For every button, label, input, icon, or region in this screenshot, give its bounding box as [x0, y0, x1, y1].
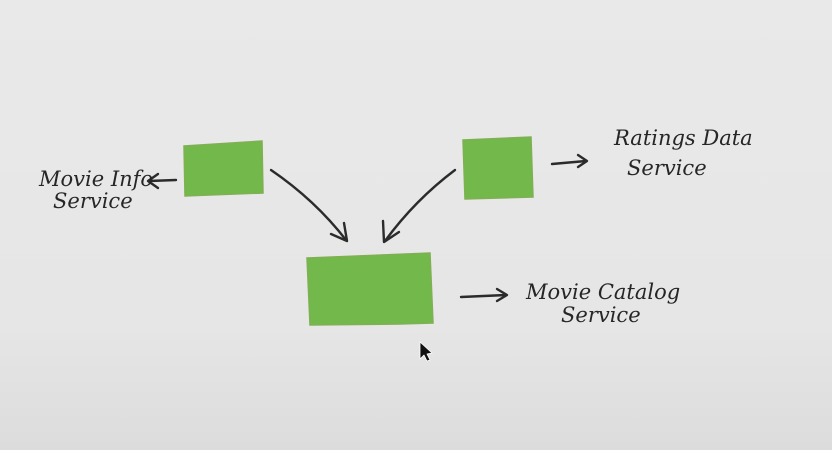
movie-info-label-line1: Movie Info	[38, 167, 153, 191]
ratings-data-label-line2: Service	[627, 156, 707, 180]
movie-catalog-label-line2: Service	[561, 303, 641, 327]
diagram-canvas: Movie Info Service Ratings Data Service …	[0, 0, 832, 450]
movie-info-service-box	[183, 140, 264, 197]
movie-info-label-line2: Service	[53, 189, 133, 213]
ratings-data-service-box	[462, 136, 534, 200]
movie-catalog-service-box	[306, 252, 434, 326]
whiteboard-background	[0, 0, 832, 450]
ratings-data-label-line1: Ratings Data	[613, 126, 753, 150]
movie-catalog-label-line1: Movie Catalog	[525, 280, 680, 304]
